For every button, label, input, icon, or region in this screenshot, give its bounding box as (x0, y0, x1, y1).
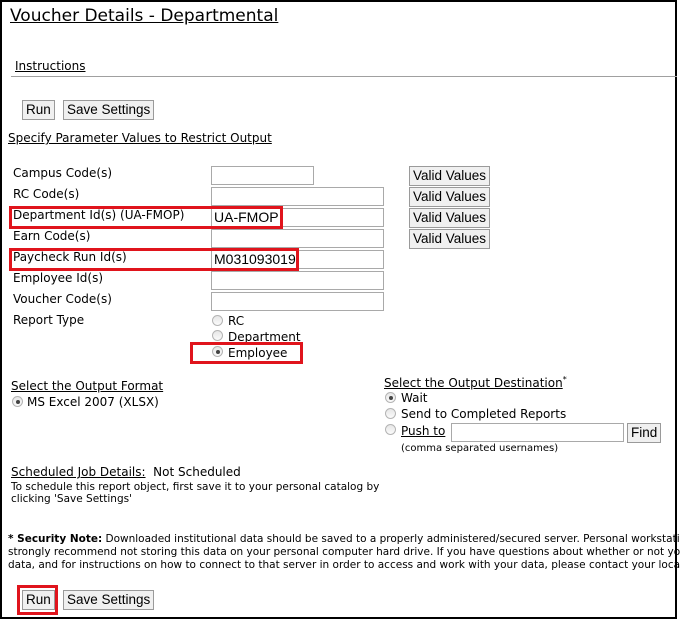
campus-code-input[interactable] (211, 166, 314, 185)
push-to-hint: (comma separated usernames) (401, 443, 559, 454)
destination-completed-reports-label: Send to Completed Reports (401, 407, 567, 421)
rc-code-label: RC Code(s) (13, 187, 80, 201)
highlight-paycheck-run-id (9, 248, 299, 271)
required-asterisk: * (562, 375, 567, 384)
security-note-line2: strongly recommend not storing this data… (8, 546, 680, 558)
earn-code-label: Earn Code(s) (13, 229, 91, 243)
schedule-status: Not Scheduled (153, 465, 241, 479)
report-type-department-radio[interactable] (212, 330, 223, 341)
destination-completed-reports-radio[interactable] (385, 408, 396, 419)
destination-wait-radio[interactable] (385, 392, 396, 403)
employee-id-label: Employee Id(s) (13, 271, 104, 285)
report-type-label: Report Type (13, 313, 85, 327)
destination-wait-label: Wait (401, 391, 428, 405)
output-format-heading: Select the Output Format (11, 379, 164, 393)
security-note-line3: data, and for instructions on how to con… (8, 559, 680, 571)
schedule-info-line2: clicking 'Save Settings' (11, 493, 132, 505)
run-button-top[interactable]: Run (22, 100, 55, 120)
rc-code-input[interactable] (211, 187, 384, 206)
valid-values-rc-button[interactable]: Valid Values (409, 187, 491, 207)
save-settings-button-bottom[interactable]: Save Settings (63, 590, 155, 610)
security-note-label: * Security Note: (8, 533, 103, 545)
security-note-text: Downloaded institutional data should be … (105, 533, 680, 545)
voucher-code-input[interactable] (211, 292, 384, 311)
report-type-rc-radio[interactable] (212, 315, 223, 326)
output-format-xlsx-label: MS Excel 2007 (XLSX) (27, 395, 159, 409)
divider (11, 76, 677, 77)
highlight-department-id (9, 206, 283, 229)
push-to-input[interactable] (451, 423, 624, 442)
highlight-run-button (17, 585, 58, 615)
valid-values-campus-button[interactable]: Valid Values (409, 166, 491, 186)
output-destination-heading-text: Select the Output Destination (384, 376, 563, 390)
security-note-line1: * Security Note: Downloaded institutiona… (8, 533, 680, 546)
campus-code-label: Campus Code(s) (13, 166, 113, 180)
employee-id-input[interactable] (211, 271, 384, 290)
schedule-info-line1: To schedule this report object, first sa… (11, 481, 380, 493)
highlight-employee-option (190, 342, 303, 364)
scheduled-job-details: Scheduled Job Details: Not Scheduled (11, 465, 241, 479)
earn-code-input[interactable] (211, 229, 384, 248)
report-type-rc-label: RC (228, 314, 245, 328)
instructions-link[interactable]: Instructions (15, 59, 85, 73)
page-title: Voucher Details - Departmental (10, 6, 279, 26)
output-format-xlsx-radio[interactable] (12, 396, 23, 407)
voucher-code-label: Voucher Code(s) (13, 292, 112, 306)
save-settings-button-top[interactable]: Save Settings (63, 100, 155, 120)
destination-push-to-radio[interactable] (385, 424, 396, 435)
scheduled-job-heading: Scheduled Job Details: (11, 465, 146, 479)
output-destination-heading: Select the Output Destination* (384, 375, 567, 390)
valid-values-earn-button[interactable]: Valid Values (409, 229, 491, 249)
push-to-link[interactable]: Push to (401, 424, 445, 438)
find-button[interactable]: Find (627, 423, 662, 443)
parameters-heading: Specify Parameter Values to Restrict Out… (8, 131, 272, 145)
valid-values-department-button[interactable]: Valid Values (409, 208, 491, 228)
